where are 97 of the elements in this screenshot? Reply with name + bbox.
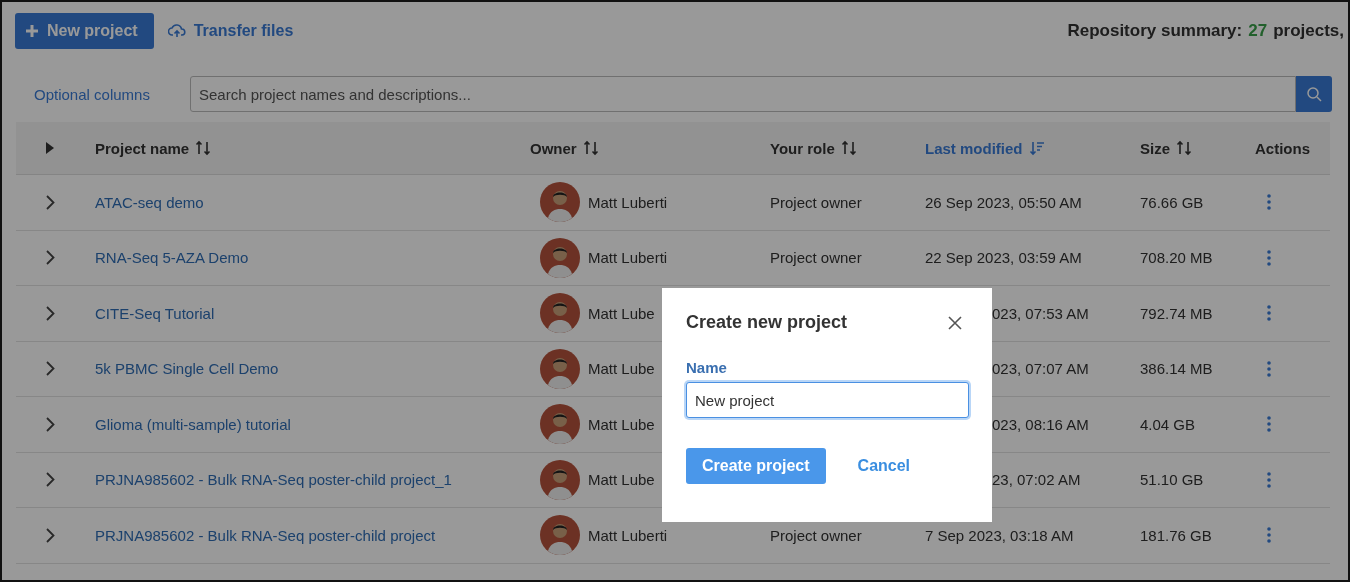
expand-row-button[interactable] [46, 194, 55, 210]
sort-descending-icon [1028, 140, 1045, 156]
date-text: 7 Sep 2023, 03:18 AM [924, 526, 1075, 544]
date-text: 023, 08:16 AM [991, 415, 1090, 433]
sort-icon [195, 140, 212, 156]
chevron-right-icon [46, 250, 55, 266]
size-text: 792.74 MB [1139, 304, 1214, 322]
search-field[interactable]: Search project names and descriptions... [190, 76, 1296, 112]
name-label: Name [686, 359, 728, 376]
project-name-link[interactable]: ATAC-seq demo [80, 193, 204, 211]
row-actions-button[interactable] [1267, 416, 1271, 433]
row-actions-button[interactable] [1267, 471, 1271, 488]
caret-right-icon [46, 142, 54, 154]
sort-icon [1176, 140, 1192, 156]
role-text: Project owner [769, 526, 863, 544]
owner-name: Matt Luberti [588, 249, 668, 267]
project-name-link[interactable]: Glioma (multi-sample) tutorial [80, 415, 291, 433]
row-actions-button[interactable] [1267, 194, 1271, 211]
chevron-right-icon [46, 305, 55, 321]
size-text: 708.20 MB [1139, 249, 1214, 267]
expand-row-button[interactable] [46, 305, 55, 321]
avatar-icon [540, 459, 580, 500]
chevron-right-icon [46, 194, 55, 210]
chevron-right-icon [46, 361, 55, 377]
size-text: 51.10 GB [1139, 471, 1205, 489]
kebab-icon [1267, 360, 1271, 377]
chevron-right-icon [46, 416, 55, 432]
column-header[interactable]: Your role [755, 139, 910, 157]
date-text: 023, 07:53 AM [991, 304, 1090, 322]
search-button[interactable] [1296, 76, 1332, 112]
optional-columns-link[interactable]: Optional columns [16, 85, 190, 103]
expand-row-button[interactable] [46, 472, 55, 488]
column-header[interactable]: Last modified [910, 139, 1125, 157]
expand-row-button[interactable] [46, 361, 55, 377]
owner-name: Matt Lube [588, 471, 655, 489]
date-text: 26 Sep 2023, 05:50 AM [924, 193, 1083, 211]
kebab-icon [1267, 471, 1271, 488]
avatar-icon [540, 293, 580, 334]
size-text: 181.76 GB [1139, 526, 1213, 544]
plus-icon [25, 24, 39, 38]
size-text: 76.66 GB [1139, 193, 1205, 211]
row-actions-button[interactable] [1267, 527, 1271, 544]
expand-row-button[interactable] [46, 416, 55, 432]
owner-name: Matt Lube [588, 304, 655, 322]
project-name-link[interactable]: RNA-Seq 5-AZA Demo [80, 249, 249, 267]
expand-row-button[interactable] [46, 527, 55, 543]
summary-label: Repository summary: [1067, 21, 1243, 41]
avatar-icon [540, 515, 580, 556]
column-header[interactable]: Owner [515, 139, 755, 157]
project-name-link[interactable]: 5k PBMC Single Cell Demo [80, 360, 279, 378]
row-actions-button[interactable] [1267, 305, 1271, 322]
role-text: Project owner [769, 193, 863, 211]
column-header[interactable]: Project name [80, 139, 515, 157]
avatar-icon [540, 348, 580, 389]
date-text: 23, 07:02 AM [991, 471, 1082, 489]
new-project-button[interactable]: New project [15, 13, 154, 49]
dialog-title: Create new project [686, 312, 848, 333]
sort-icon [582, 140, 599, 156]
owner-name: Matt Lube [588, 415, 655, 433]
avatar-icon [540, 237, 580, 278]
date-text: 023, 07:07 AM [991, 360, 1090, 378]
transfer-files-link[interactable]: Transfer files [167, 22, 294, 40]
kebab-icon [1267, 527, 1271, 544]
name-input-field[interactable]: New project [686, 382, 969, 418]
chevron-right-icon [46, 527, 55, 543]
row-actions-button[interactable] [1267, 360, 1271, 377]
owner-name: Matt Luberti [588, 193, 668, 211]
role-text: Project owner [769, 249, 863, 267]
summary-unit: projects, [1273, 21, 1344, 41]
size-text: 4.04 GB [1139, 415, 1197, 433]
cloud-upload-icon [167, 23, 186, 39]
chevron-right-icon [46, 472, 55, 488]
column-header[interactable]: Size [1125, 139, 1240, 157]
kebab-icon [1267, 194, 1271, 211]
avatar-icon [540, 182, 580, 223]
close-icon [948, 315, 962, 330]
create-project-button[interactable]: Create project [686, 448, 826, 484]
date-text: 22 Sep 2023, 03:59 AM [924, 249, 1083, 267]
owner-name: Matt Lube [588, 360, 655, 378]
search-icon [1306, 86, 1322, 102]
expand-row-button[interactable] [46, 250, 55, 266]
kebab-icon [1267, 416, 1271, 433]
kebab-icon [1267, 249, 1271, 266]
expand-all-button[interactable] [46, 142, 54, 154]
close-button[interactable] [948, 315, 962, 330]
size-text: 386.14 MB [1139, 360, 1214, 378]
cancel-button[interactable]: Cancel [857, 457, 911, 475]
row-actions-button[interactable] [1267, 249, 1271, 266]
avatar-icon [540, 404, 580, 445]
project-name-link[interactable]: CITE-Seq Tutorial [80, 304, 215, 322]
owner-name: Matt Luberti [588, 526, 668, 544]
kebab-icon [1267, 305, 1271, 322]
column-header: Actions [1254, 139, 1311, 157]
project-name-link[interactable]: PRJNA985602 - Bulk RNA-Seq poster-child project_1 [80, 471, 452, 489]
sort-icon [840, 140, 857, 156]
project-name-link[interactable]: PRJNA985602 - Bulk RNA-Seq poster-child project [80, 526, 436, 544]
project-count: 27 [1248, 21, 1268, 41]
